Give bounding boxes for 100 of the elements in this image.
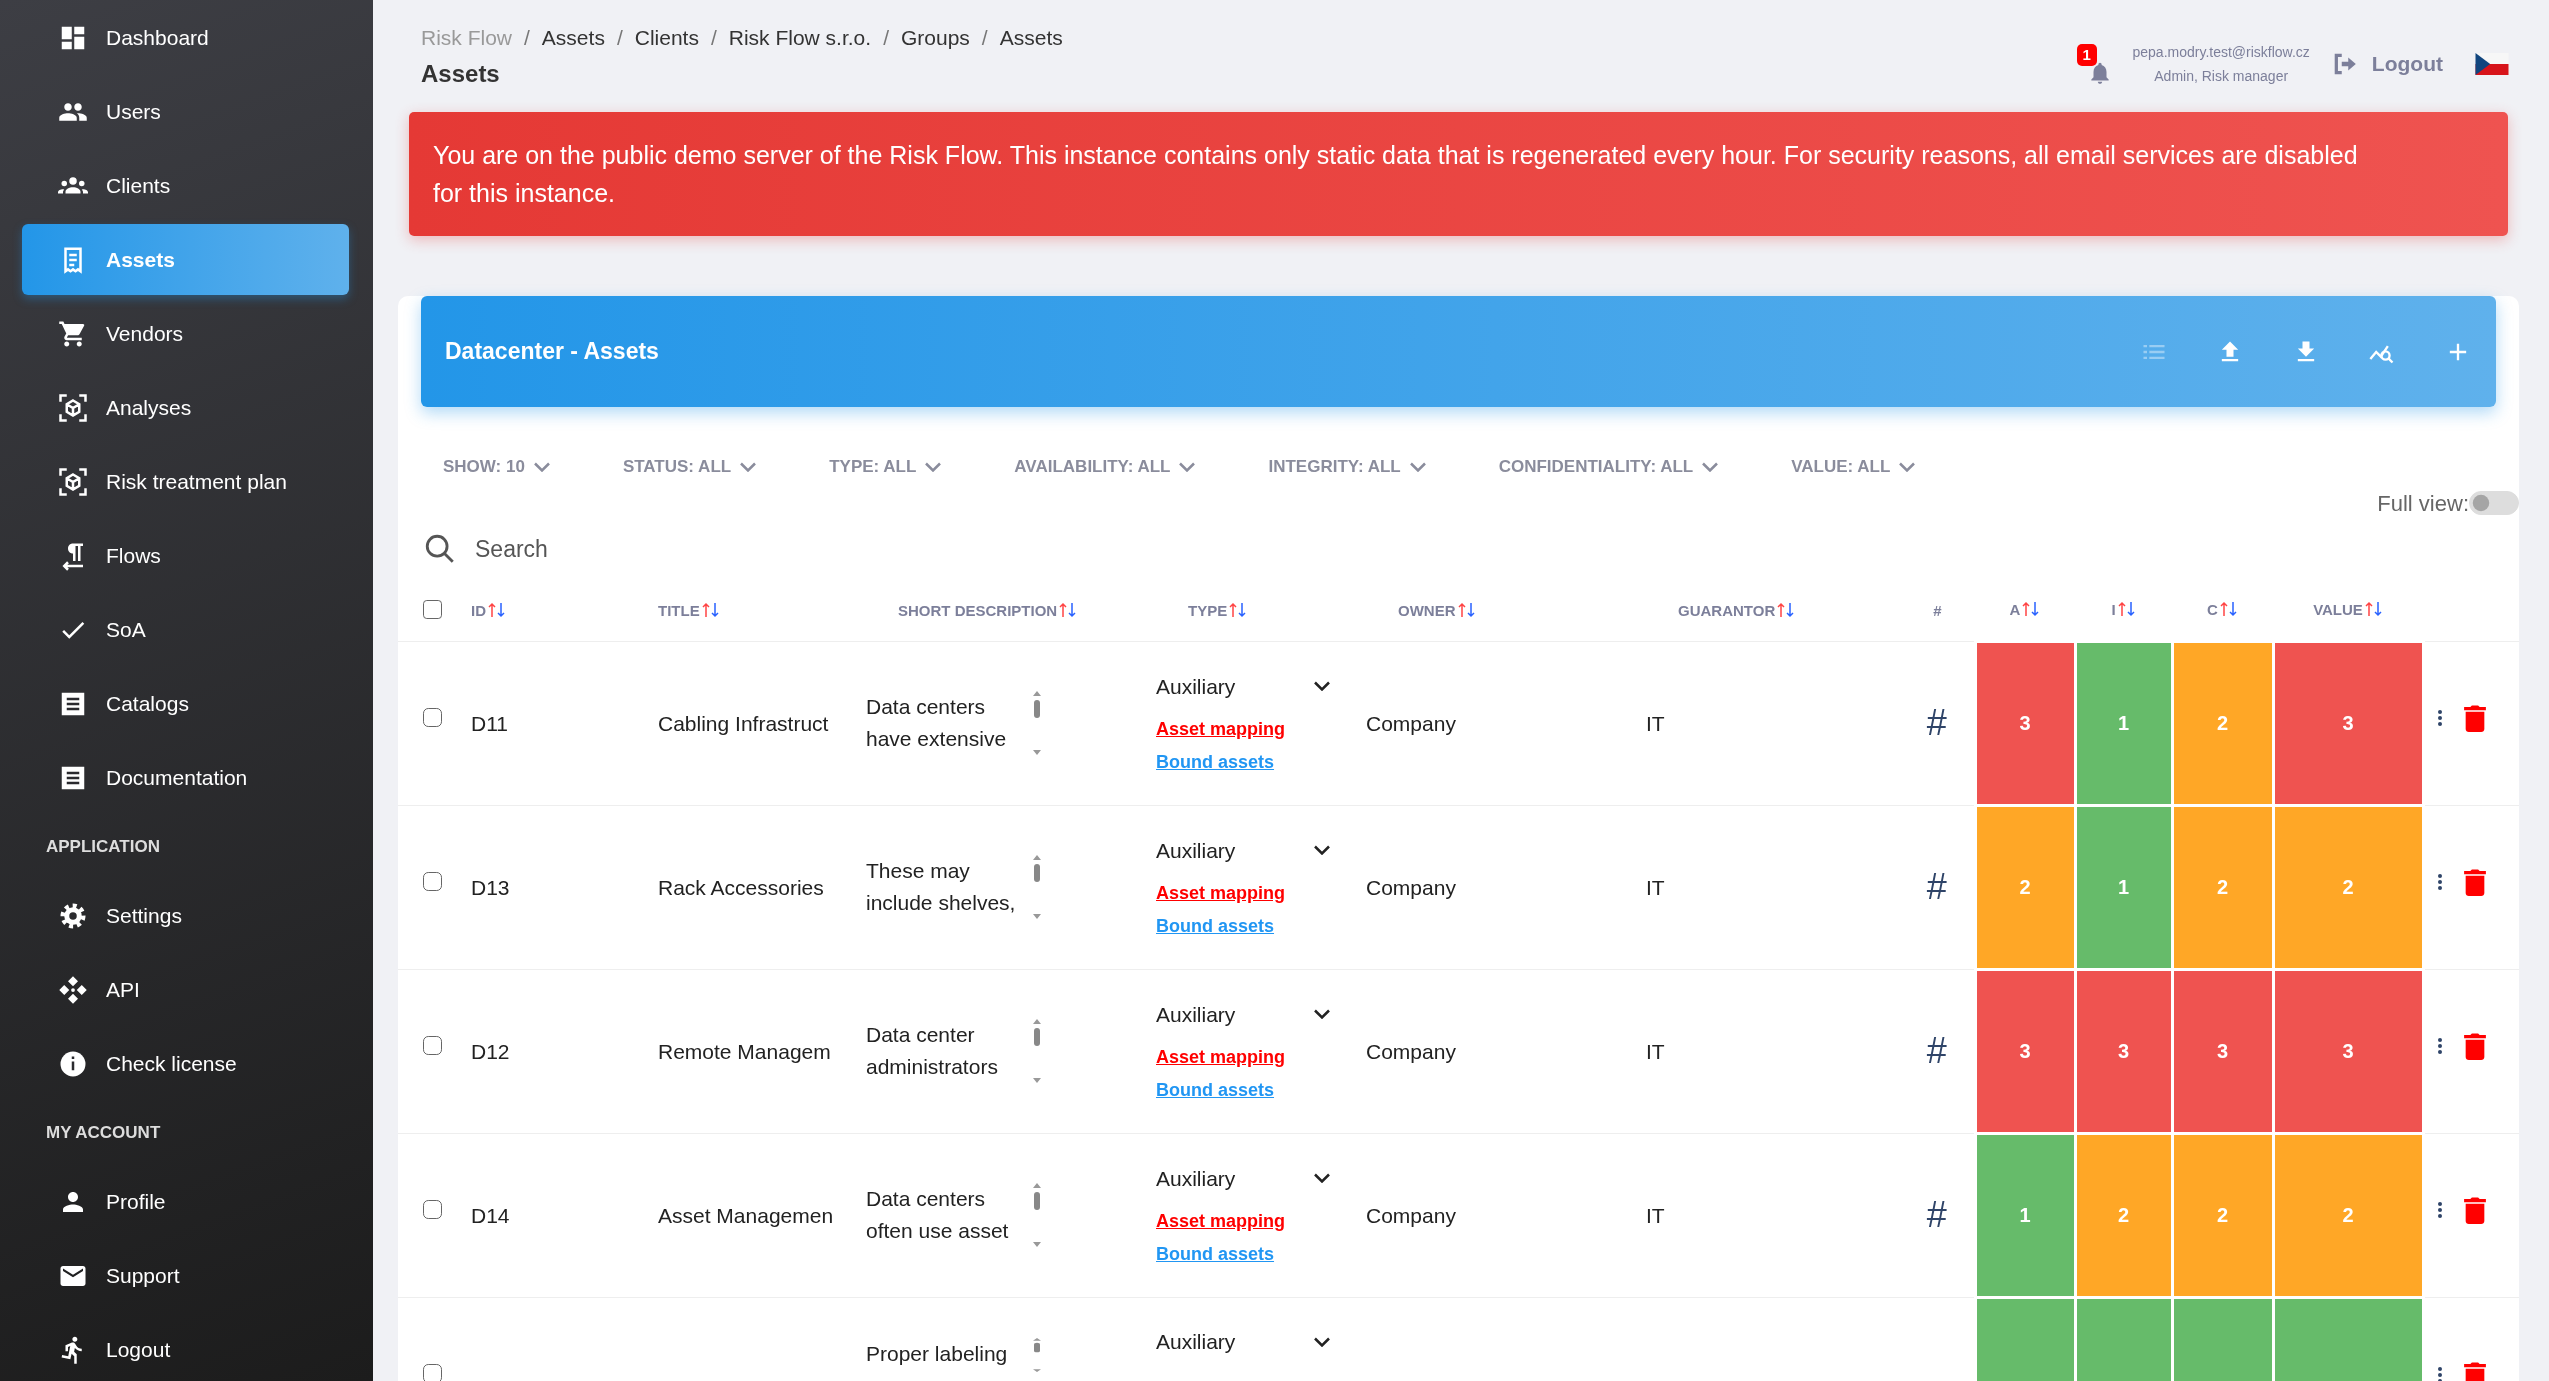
column-header[interactable]: TITLE bbox=[658, 601, 700, 619]
sidebar-item[interactable]: Support bbox=[22, 1240, 349, 1311]
row-checkbox[interactable] bbox=[423, 1363, 442, 1381]
asset-id: D13 bbox=[471, 875, 510, 899]
sidebar-item[interactable]: Check license bbox=[22, 1028, 349, 1099]
sort-arrows-icon[interactable] bbox=[2219, 601, 2238, 618]
chevron-down-icon bbox=[1313, 1009, 1331, 1020]
sidebar-item[interactable]: Logout bbox=[22, 1314, 349, 1381]
type-select[interactable]: Auxiliary bbox=[1156, 1325, 1331, 1358]
score-cell: 2 bbox=[2273, 1133, 2423, 1298]
sort-arrows-icon[interactable] bbox=[701, 601, 720, 618]
type-select[interactable]: Auxiliary bbox=[1156, 670, 1331, 703]
breadcrumb-separator: / bbox=[710, 26, 717, 49]
sort-arrows-icon[interactable] bbox=[1059, 601, 1078, 618]
score-cell: 3 bbox=[2273, 641, 2423, 806]
row-checkbox[interactable] bbox=[423, 1199, 442, 1219]
more-icon[interactable] bbox=[2436, 873, 2443, 892]
sidebar-item[interactable]: Documentation bbox=[22, 742, 349, 813]
trash-icon[interactable] bbox=[2462, 1360, 2487, 1381]
column-header[interactable]: C bbox=[2207, 601, 2218, 619]
sidebar-item[interactable]: Profile bbox=[22, 1166, 349, 1237]
breadcrumb-link[interactable]: Groups bbox=[901, 26, 970, 49]
sidebar-item[interactable]: Risk treatment plan bbox=[22, 446, 349, 517]
column-header[interactable]: TYPE bbox=[1188, 601, 1228, 619]
column-header[interactable]: GUARANTOR bbox=[1678, 601, 1776, 619]
sidebar-item[interactable]: Vendors bbox=[22, 298, 349, 369]
asset-title: Rack Accessories bbox=[658, 874, 825, 901]
sort-arrows-icon[interactable] bbox=[2364, 601, 2383, 618]
flag-icon[interactable] bbox=[2475, 53, 2509, 76]
chevron-down-icon bbox=[1178, 462, 1197, 473]
type-select[interactable]: Auxiliary bbox=[1156, 1162, 1331, 1195]
row-checkbox[interactable] bbox=[423, 1035, 442, 1055]
column-header[interactable]: OWNER bbox=[1398, 601, 1456, 619]
breadcrumb-link[interactable]: Risk Flow s.r.o. bbox=[728, 26, 872, 49]
row-checkbox[interactable] bbox=[423, 707, 442, 727]
asset-mapping-link[interactable]: Asset mapping bbox=[1156, 1208, 1286, 1236]
guarantor-text: IT bbox=[1646, 1039, 1665, 1063]
breadcrumb-link[interactable]: Assets bbox=[541, 26, 605, 49]
score-cell: 3 bbox=[2075, 969, 2172, 1134]
trash-icon[interactable] bbox=[2462, 1196, 2487, 1225]
column-header[interactable]: VALUE bbox=[2313, 601, 2363, 619]
guarantor-text: IT bbox=[1646, 1203, 1665, 1227]
chevron-down-icon bbox=[1898, 462, 1917, 473]
more-icon[interactable] bbox=[2436, 709, 2443, 728]
more-icon[interactable] bbox=[2436, 1201, 2443, 1220]
full-view-switch[interactable] bbox=[2469, 491, 2519, 516]
description-field[interactable]: These may include shelves, bbox=[866, 855, 1044, 920]
sort-arrows-icon[interactable] bbox=[488, 601, 506, 618]
column-header[interactable]: SHORT DESCRIPTION bbox=[898, 601, 1058, 619]
more-icon[interactable] bbox=[2436, 1037, 2443, 1056]
sidebar-item[interactable]: API bbox=[22, 954, 349, 1025]
tag-link[interactable]: # bbox=[1926, 1194, 1947, 1236]
column-header[interactable]: I bbox=[2111, 601, 2116, 619]
diamonds-icon bbox=[58, 974, 88, 1005]
sort-arrows-icon[interactable] bbox=[2022, 601, 2041, 618]
breadcrumb-separator: / bbox=[883, 26, 889, 49]
sidebar-item[interactable]: Catalogs bbox=[22, 668, 349, 739]
description-field[interactable]: Data center administrators bbox=[866, 1019, 1044, 1084]
sort-arrows-icon[interactable] bbox=[1457, 601, 1476, 618]
description-field[interactable]: Data centers often use asset bbox=[866, 1183, 1044, 1248]
sidebar-item[interactable]: Users bbox=[22, 76, 349, 147]
guarantor-text: IT bbox=[1646, 875, 1665, 899]
column-header[interactable]: A bbox=[2009, 601, 2021, 619]
tag-link[interactable]: # bbox=[1926, 1030, 1947, 1072]
type-select[interactable]: Auxiliary bbox=[1156, 834, 1331, 867]
sidebar-item[interactable]: Analyses bbox=[22, 372, 349, 443]
asset-id: D11 bbox=[471, 711, 508, 735]
trash-icon[interactable] bbox=[2462, 1032, 2487, 1061]
asset-mapping-link[interactable]: Asset mapping bbox=[1156, 880, 1286, 908]
trash-icon[interactable] bbox=[2462, 704, 2487, 733]
more-icon[interactable] bbox=[2436, 1365, 2443, 1381]
chevron-down-icon bbox=[1313, 845, 1331, 856]
breadcrumb-link[interactable]: Clients bbox=[634, 26, 699, 49]
chevron-down-icon bbox=[1701, 462, 1720, 473]
tag-link[interactable]: # bbox=[1926, 702, 1947, 744]
column-header[interactable]: # bbox=[1933, 601, 1942, 619]
type-select[interactable]: Auxiliary bbox=[1156, 998, 1331, 1031]
score-cell: 1 bbox=[2075, 641, 2172, 806]
description-field[interactable]: Data centers have extensive bbox=[866, 691, 1044, 756]
scrollbar-icon bbox=[1030, 1337, 1044, 1372]
sort-arrows-icon[interactable] bbox=[1777, 601, 1796, 618]
sidebar-item[interactable]: Clients bbox=[22, 150, 349, 221]
cube-scan-icon bbox=[58, 466, 88, 497]
sort-arrows-icon[interactable] bbox=[1229, 601, 1248, 618]
select-all-checkbox[interactable] bbox=[423, 599, 442, 619]
row-checkbox[interactable] bbox=[423, 871, 442, 891]
breadcrumb-link[interactable]: Assets bbox=[999, 26, 1063, 49]
sidebar-item[interactable]: SoA bbox=[22, 594, 349, 665]
sidebar-item[interactable]: Dashboard bbox=[22, 2, 349, 73]
sort-arrows-icon[interactable] bbox=[2117, 601, 2136, 618]
sidebar-item[interactable]: Settings bbox=[22, 880, 349, 951]
trash-icon[interactable] bbox=[2462, 868, 2487, 897]
asset-mapping-link[interactable]: Asset mapping bbox=[1156, 716, 1286, 744]
asset-id: D12 bbox=[471, 1039, 510, 1063]
column-header[interactable]: ID bbox=[471, 601, 486, 619]
sidebar-item[interactable]: Flows bbox=[22, 520, 349, 591]
asset-mapping-link[interactable]: Asset mapping bbox=[1156, 1044, 1286, 1072]
score-cell: 3 bbox=[2172, 969, 2273, 1134]
description-field[interactable]: Proper labeling bbox=[866, 1337, 1044, 1372]
tag-link[interactable]: # bbox=[1926, 866, 1947, 908]
